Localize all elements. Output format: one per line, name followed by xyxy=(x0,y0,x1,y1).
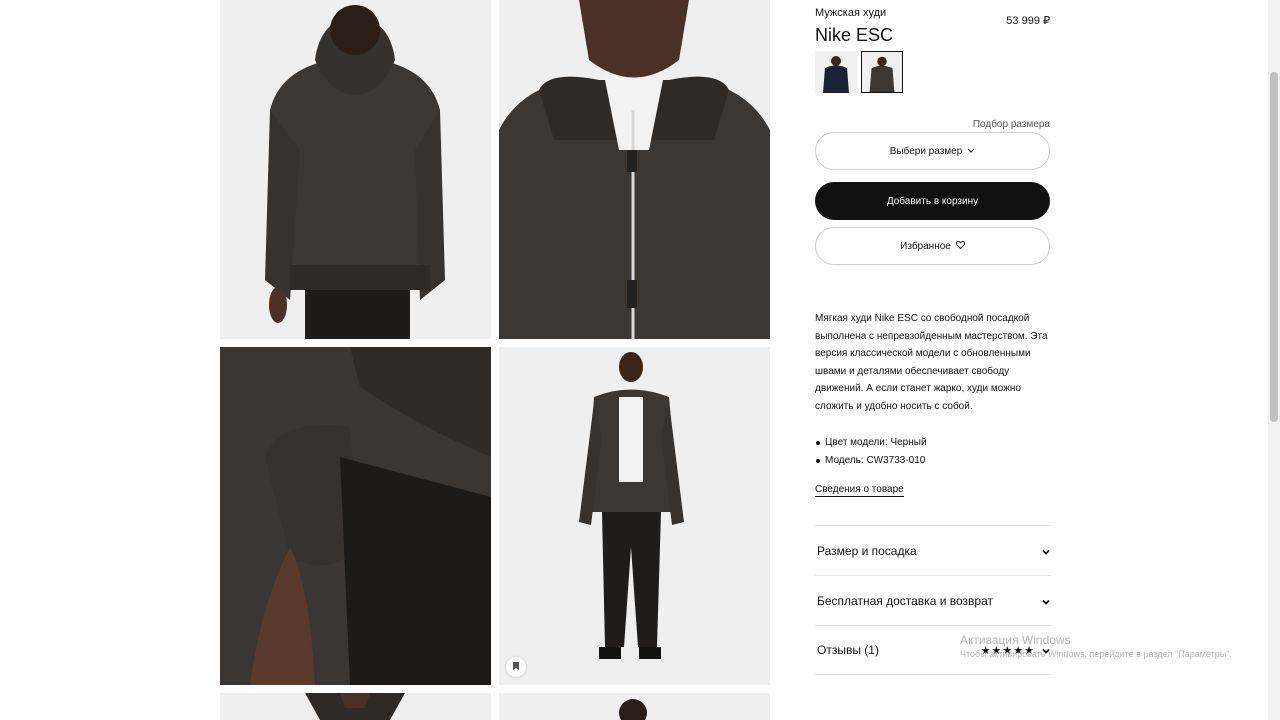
chevron-down-icon xyxy=(967,146,975,157)
product-photo-cuff-detail[interactable] xyxy=(220,347,491,685)
product-attributes: Цвет модели: Черный Модель: CW3733-010 xyxy=(815,434,1055,470)
select-size-button[interactable]: Выбери размер xyxy=(815,132,1050,170)
color-swatch-blue[interactable] xyxy=(815,51,857,93)
chevron-down-icon xyxy=(1041,596,1051,606)
product-photo-front-zip[interactable] xyxy=(499,0,770,339)
accordion-reviews[interactable]: Отзывы (1) ★★★★★ xyxy=(815,625,1051,675)
product-photo-6[interactable] xyxy=(499,693,770,720)
accordion-free-shipping[interactable]: Бесплатная доставка и возврат xyxy=(815,575,1051,625)
product-subtitle: Мужская худи xyxy=(815,7,887,19)
rating-stars: ★★★★★ xyxy=(980,644,1035,657)
product-details-link[interactable]: Сведения о товаре xyxy=(815,484,904,497)
chevron-down-icon xyxy=(1041,645,1051,655)
select-size-label: Выбери размер xyxy=(889,145,963,157)
product-description: Мягкая худи Nike ESC со свободной посадк… xyxy=(815,313,1048,412)
bookmark-icon xyxy=(512,658,520,676)
favorite-button[interactable]: Избранное xyxy=(815,227,1050,265)
scrollbar-thumb[interactable] xyxy=(1270,72,1278,422)
product-photo-back[interactable] xyxy=(220,0,491,339)
add-to-cart-label: Добавить в корзину xyxy=(886,195,979,207)
heart-icon xyxy=(955,240,965,252)
add-to-cart-button[interactable]: Добавить в корзину xyxy=(815,182,1050,220)
bookmark-button[interactable] xyxy=(506,657,526,677)
attribute-color: Цвет модели: Черный xyxy=(815,434,1055,452)
product-price: 53 999 ₽ xyxy=(1006,15,1050,27)
accordion-label: Бесплатная доставка и возврат xyxy=(817,593,993,608)
product-photo-5[interactable] xyxy=(220,693,491,720)
accordion-label: Отзывы (1) xyxy=(817,643,879,657)
size-guide-link[interactable]: Подбор размера xyxy=(900,119,1050,130)
attribute-model: Модель: CW3733-010 xyxy=(815,452,1055,470)
accordion-label: Размер и посадка xyxy=(817,543,917,558)
favorite-label: Избранное xyxy=(900,240,951,252)
product-title: Nike ESC xyxy=(815,25,894,45)
color-swatch-black[interactable] xyxy=(861,51,903,93)
accordion-size-fit[interactable]: Размер и посадка xyxy=(815,525,1051,575)
chevron-down-icon xyxy=(1041,546,1051,556)
product-photo-full-body[interactable] xyxy=(499,347,770,685)
